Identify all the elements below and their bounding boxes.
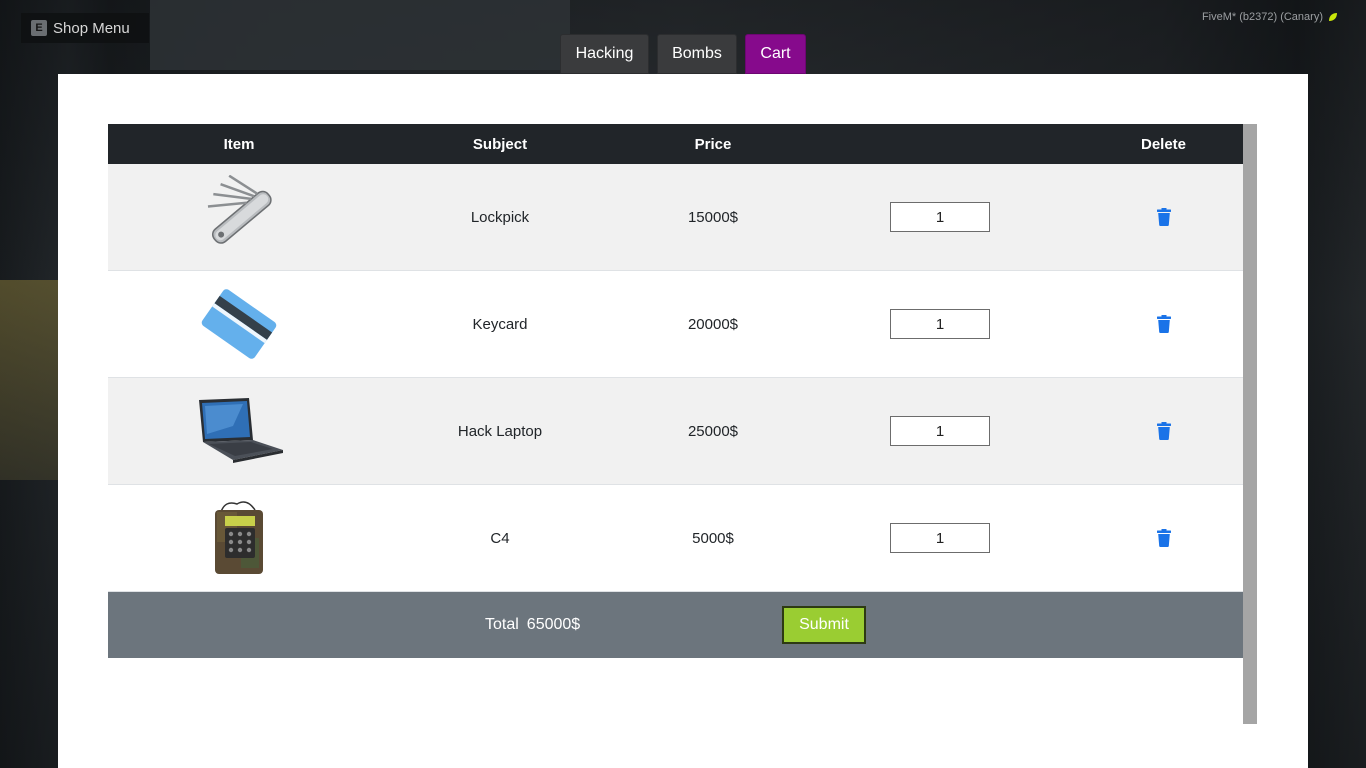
c4-icon — [189, 493, 289, 583]
total-label: Total — [485, 616, 519, 633]
cart-panel: Item Subject Price Delete Lockpick 15000… — [58, 74, 1308, 768]
trash-icon[interactable] — [1156, 208, 1171, 226]
background-detail — [0, 280, 58, 480]
tab-cart[interactable]: Cart — [745, 34, 806, 74]
keycard-icon — [189, 279, 289, 369]
item-subject: Keycard — [472, 315, 528, 333]
tab-hacking[interactable]: Hacking — [560, 34, 649, 74]
lockpick-icon — [189, 172, 289, 262]
table-row: Keycard 20000$ — [108, 271, 1243, 378]
cart-table: Item Subject Price Delete Lockpick 15000… — [108, 124, 1243, 658]
item-subject: Hack Laptop — [457, 422, 543, 440]
laptop-icon — [189, 386, 289, 476]
trash-icon[interactable] — [1156, 422, 1171, 440]
quantity-input[interactable] — [890, 309, 990, 339]
item-price: 15000$ — [687, 208, 739, 226]
shop-menu-hint: E Shop Menu — [21, 13, 149, 43]
table-header: Item Subject Price Delete — [108, 124, 1243, 164]
background-beam — [150, 0, 570, 70]
build-info-text: FiveM* (b2372) (Canary) — [1201, 11, 1323, 23]
item-price: 5000$ — [692, 529, 734, 547]
tab-bombs[interactable]: Bombs — [657, 34, 737, 74]
scrollbar[interactable] — [1243, 124, 1257, 724]
cart-total: Total 65000$ — [485, 616, 580, 634]
table-footer: Total 65000$ Submit — [108, 592, 1243, 658]
table-row: C4 5000$ — [108, 485, 1243, 592]
item-price: 20000$ — [687, 315, 739, 333]
quantity-input[interactable] — [890, 523, 990, 553]
submit-button[interactable]: Submit — [782, 606, 866, 644]
trash-icon[interactable] — [1156, 529, 1171, 547]
header-item: Item — [223, 135, 255, 153]
header-delete: Delete — [1140, 135, 1187, 153]
key-hint-badge: E — [31, 20, 47, 36]
trash-icon[interactable] — [1156, 315, 1171, 333]
leaf-icon — [1329, 13, 1337, 21]
header-subject: Subject — [472, 135, 528, 153]
table-row: Lockpick 15000$ — [108, 164, 1243, 271]
item-price: 25000$ — [687, 422, 739, 440]
quantity-input[interactable] — [890, 416, 990, 446]
item-subject: C4 — [490, 529, 510, 547]
item-subject: Lockpick — [470, 208, 530, 226]
header-price: Price — [694, 135, 732, 153]
build-info: FiveM* (b2372) (Canary) — [1202, 11, 1338, 23]
shop-menu-label: Shop Menu — [53, 19, 130, 37]
table-row: Hack Laptop 25000$ — [108, 378, 1243, 485]
quantity-input[interactable] — [890, 202, 990, 232]
total-value: 65000$ — [526, 616, 581, 633]
tab-bar: Hacking Bombs Cart — [560, 34, 806, 74]
